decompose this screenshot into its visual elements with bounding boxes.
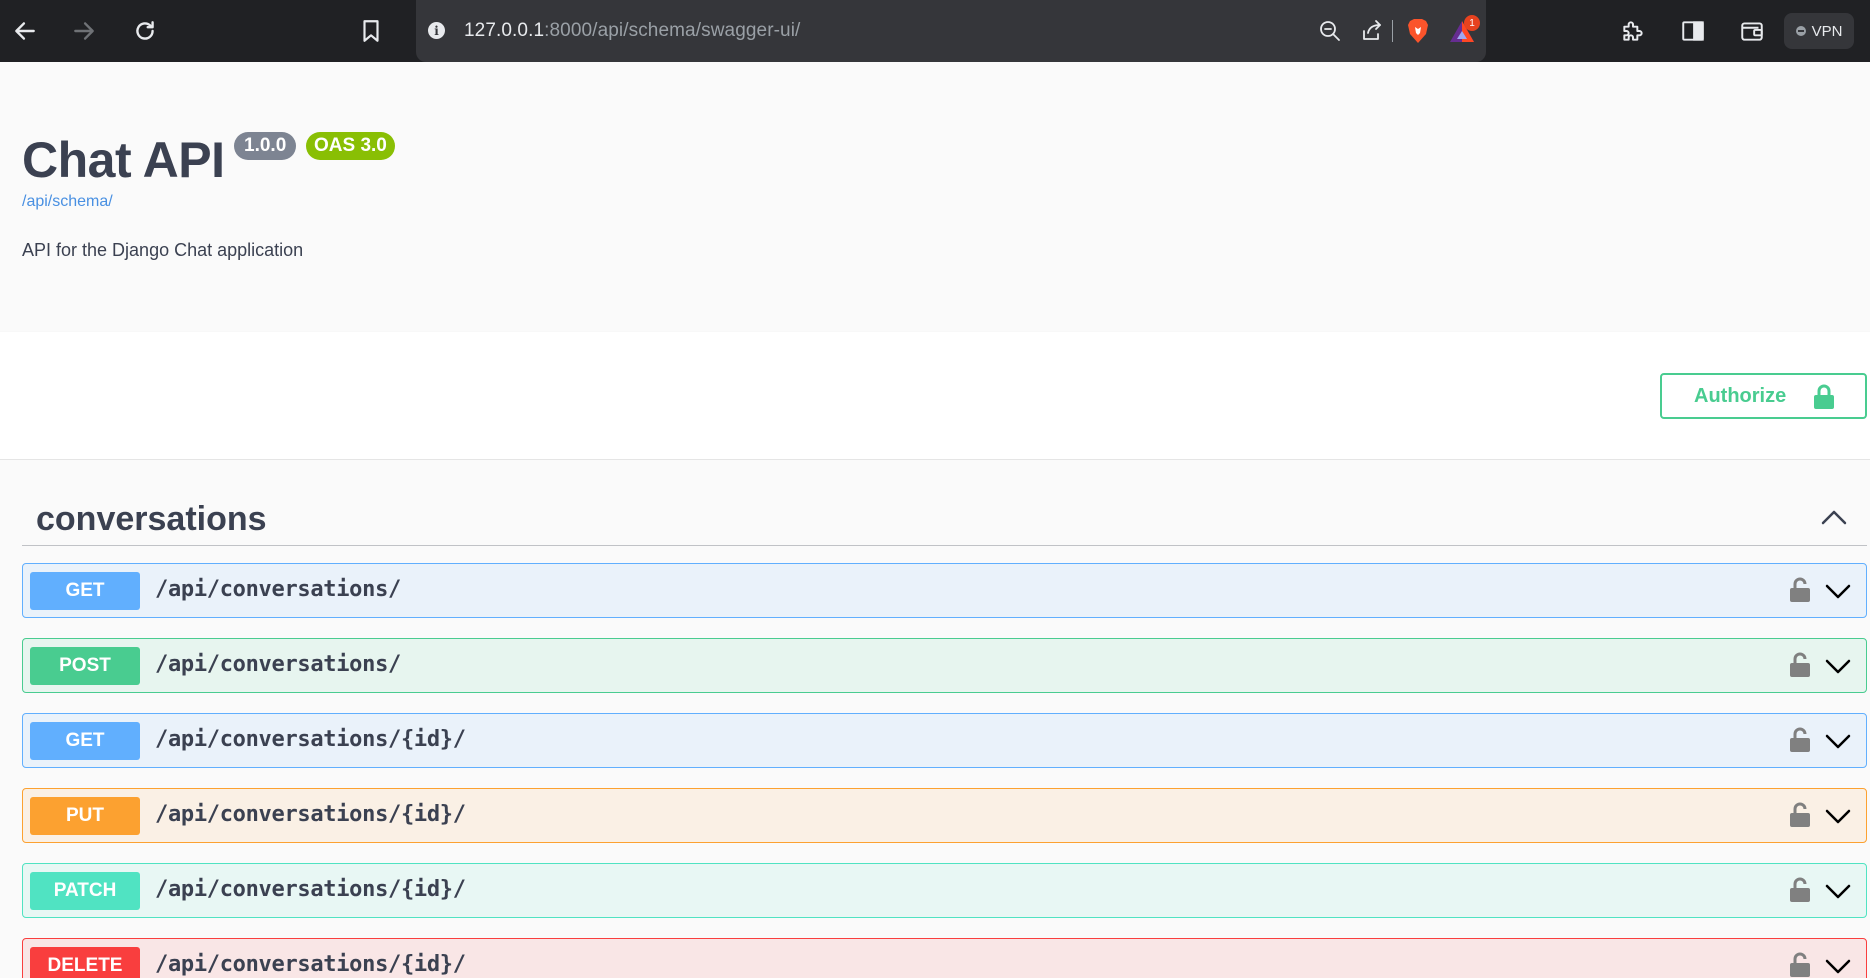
wallet-icon[interactable] [1737,16,1767,46]
address-separator [1392,20,1393,42]
operation-path: /api/conversations/ [155,577,401,602]
api-title: Chat API [22,132,225,188]
url-host: 127.0.0.1 [464,20,545,41]
tag-name: conversations [36,500,267,538]
operation-path: /api/conversations/{id}/ [155,802,466,827]
unlocked-icon[interactable] [1789,652,1811,678]
bookmark-icon[interactable] [353,13,389,49]
method-badge: POST [30,647,140,685]
vpn-button[interactable]: VPN [1784,13,1854,49]
extensions-puzzle-icon[interactable] [1618,16,1648,46]
method-badge: DELETE [30,947,140,978]
unlocked-icon[interactable] [1789,952,1811,978]
chevron-down-icon[interactable] [1825,658,1851,674]
api-description: API for the Django Chat application [22,240,304,260]
schema-link[interactable]: /api/schema/ [22,193,113,211]
scheme-container: Authorize [0,332,1870,460]
site-info-icon[interactable]: i [428,22,445,39]
zoom-out-icon[interactable] [1317,18,1343,44]
brave-shields-icon[interactable] [1406,17,1430,45]
opblock-get-conversation-detail[interactable]: GET /api/conversations/{id}/ [22,713,1867,768]
back-arrow-icon[interactable] [7,13,43,49]
opblock-post-conversations[interactable]: POST /api/conversations/ [22,638,1867,693]
tag-header-conversations[interactable]: conversations [22,490,1867,546]
unlocked-icon[interactable] [1789,877,1811,903]
vpn-status-icon [1795,26,1806,36]
chevron-down-icon[interactable] [1825,733,1851,749]
chevron-down-icon[interactable] [1825,583,1851,599]
method-badge: PATCH [30,872,140,910]
oas-badge: OAS 3.0 [306,132,395,160]
version-badge: 1.0.0 [234,132,297,160]
opblock-delete-conversation[interactable]: DELETE /api/conversations/{id}/ [22,938,1867,978]
operation-path: /api/conversations/{id}/ [155,952,466,977]
forward-arrow-icon[interactable] [66,13,102,49]
api-info-section: Chat API 1.0.0 OAS 3.0 /api/schema/ API … [0,62,1870,332]
url-path: :8000/api/schema/swagger-ui/ [544,20,801,41]
authorize-label: Authorize [1694,384,1787,407]
operation-path: /api/conversations/{id}/ [155,877,466,902]
opblock-put-conversation[interactable]: PUT /api/conversations/{id}/ [22,788,1867,843]
opblock-get-conversations[interactable]: GET /api/conversations/ [22,563,1867,618]
unlocked-icon[interactable] [1789,802,1811,828]
unlocked-icon[interactable] [1789,577,1811,603]
chevron-up-icon[interactable] [1821,508,1847,526]
operations-section: conversations GET /api/conversations/ PO… [0,460,1870,978]
share-icon[interactable] [1359,18,1385,44]
method-badge: GET [30,722,140,760]
chevron-down-icon[interactable] [1825,958,1851,974]
browser-toolbar: i 127.0.0.1:8000/api/schema/swagger-ui/ … [0,0,1870,62]
chevron-down-icon[interactable] [1825,808,1851,824]
operation-path: /api/conversations/{id}/ [155,727,466,752]
method-badge: PUT [30,797,140,835]
method-badge: GET [30,572,140,610]
vpn-label: VPN [1811,22,1843,40]
unlocked-icon[interactable] [1789,727,1811,753]
sidebar-toggle-icon[interactable] [1678,16,1708,46]
opblock-patch-conversation[interactable]: PATCH /api/conversations/{id}/ [22,863,1867,918]
reload-icon[interactable] [127,13,163,49]
chevron-down-icon[interactable] [1825,883,1851,899]
lock-icon [1814,384,1834,409]
rewards-count-badge: 1 [1464,15,1480,31]
url-field[interactable]: 127.0.0.1:8000/api/schema/swagger-ui/ [464,20,800,42]
authorize-button[interactable]: Authorize [1660,373,1867,419]
operation-path: /api/conversations/ [155,652,401,677]
